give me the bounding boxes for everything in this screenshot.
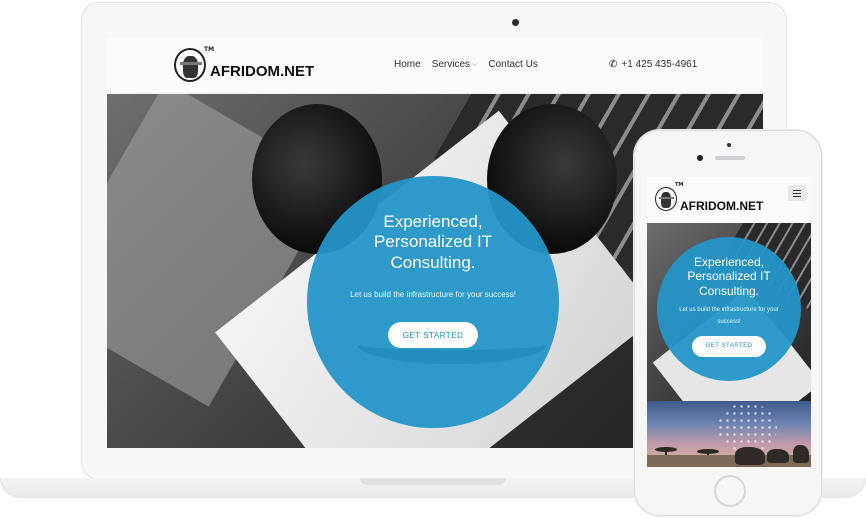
- get-started-button[interactable]: GET STARTED: [388, 322, 478, 349]
- logo-text: AFRIDOM.NET: [680, 199, 764, 213]
- mobile-site-logo[interactable]: TM AFRIDOM.NET: [655, 182, 764, 213]
- pharaoh-logo-icon: [655, 187, 677, 211]
- elephant-silhouette: [793, 445, 809, 463]
- phone-speaker: [715, 156, 745, 160]
- mobile-header: TM AFRIDOM.NET: [647, 177, 811, 223]
- elephant-silhouette: [735, 447, 765, 465]
- trademark-mark: TM: [204, 46, 215, 53]
- nav-item-home[interactable]: Home: [394, 59, 421, 70]
- phone-camera: [727, 143, 731, 147]
- mobile-hero-section: Experienced, Personalized IT Consulting.…: [647, 223, 811, 401]
- mobile-hero-circle: Experienced, Personalized IT Consulting.…: [657, 237, 801, 381]
- nav-item-services[interactable]: Services ⌵: [432, 59, 478, 70]
- site-header: TM AFRIDOM.NET Home Services ⌵ Contact U…: [107, 38, 763, 94]
- hamburger-menu-icon[interactable]: [788, 185, 806, 201]
- hero-subtext: Let us build the infrastructure for your…: [350, 290, 516, 300]
- hero-circle: Experienced, Personalized IT Consulting.…: [307, 176, 559, 428]
- laptop-camera: [512, 19, 519, 26]
- trademark-mark: TM: [675, 182, 684, 188]
- laptop-notch: [360, 478, 506, 485]
- main-nav: Home Services ⌵ Contact Us: [394, 59, 538, 70]
- header-phone[interactable]: ✆ +1 425 435-4961: [609, 59, 697, 70]
- mobile-savanna-banner: [647, 401, 811, 467]
- chevron-down-icon: ⌵: [472, 60, 478, 68]
- hero-heading: Experienced, Personalized IT Consulting.: [373, 212, 493, 272]
- nav-item-services-label: Services: [431, 59, 471, 70]
- phone-sensor: [697, 155, 703, 161]
- network-globe-graphic: [717, 403, 777, 453]
- phone-frame: TM AFRIDOM.NET Experienced, Personalized…: [634, 130, 822, 516]
- phone-home-button: [714, 475, 746, 507]
- mobile-hero-subtext: Let us build the infrastructure for your…: [679, 307, 779, 325]
- elephant-silhouette: [767, 449, 789, 463]
- logo-text: AFRIDOM.NET: [210, 62, 315, 80]
- pharaoh-logo-icon: [174, 48, 206, 82]
- mobile-site-screen: TM AFRIDOM.NET Experienced, Personalized…: [647, 177, 811, 467]
- mobile-hero-heading: Experienced, Personalized IT Consulting.: [687, 255, 771, 298]
- mobile-get-started-button[interactable]: GET STARTED: [692, 335, 766, 357]
- site-logo[interactable]: TM AFRIDOM.NET: [174, 46, 315, 82]
- nav-item-contact[interactable]: Contact Us: [488, 59, 537, 70]
- phone-icon: ✆: [609, 59, 618, 70]
- header-phone-number: +1 425 435-4961: [621, 59, 698, 70]
